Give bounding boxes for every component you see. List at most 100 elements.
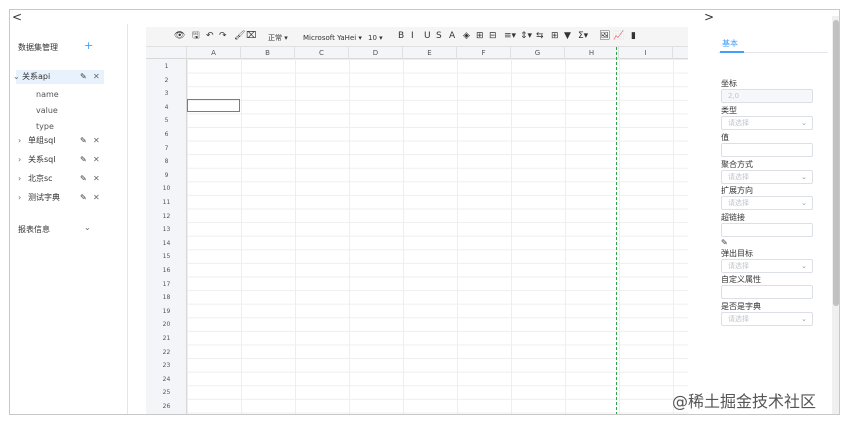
redo-icon[interactable]: ↷ <box>219 31 227 42</box>
row-header-cell[interactable]: 7 <box>146 145 187 152</box>
column-header-cell[interactable]: F <box>457 47 511 59</box>
row-header-cell[interactable]: 1 <box>146 63 187 70</box>
preview-icon[interactable]: 👁 <box>174 31 185 42</box>
row-header-cell[interactable]: 23 <box>146 362 187 369</box>
corner-cell[interactable] <box>146 47 187 59</box>
close-icon[interactable]: ✕ <box>93 191 100 205</box>
filter-icon[interactable]: ▼ <box>564 31 571 42</box>
row-header-cell[interactable]: 15 <box>146 253 187 260</box>
dict-select[interactable]: 请选择 ⌄ <box>721 312 813 326</box>
row-header-cell[interactable]: 13 <box>146 226 187 233</box>
scrollbar-thumb[interactable] <box>833 20 839 306</box>
sum-icon[interactable]: Σ▾ <box>578 31 588 42</box>
row-header-cell[interactable]: 10 <box>146 185 187 192</box>
row-header-cell[interactable]: 12 <box>146 213 187 220</box>
cell-grid[interactable] <box>187 59 688 414</box>
clear-format-icon[interactable]: ⌧ <box>246 31 256 42</box>
column-header-cell[interactable]: B <box>241 47 295 59</box>
row-header-cell[interactable]: 25 <box>146 389 187 396</box>
dataset-item-2[interactable]: › 关系sql ✎ ✕ <box>10 153 128 167</box>
column-header-cell[interactable]: D <box>349 47 403 59</box>
dataset-item-3[interactable]: › 北京sc ✎ ✕ <box>10 172 128 186</box>
text-wrap-icon[interactable]: ⇆ <box>536 31 544 42</box>
text-color-icon[interactable]: A <box>449 31 455 42</box>
value-input[interactable] <box>721 143 813 157</box>
dataset-item-1[interactable]: › 单组sql ✎ ✕ <box>10 134 128 148</box>
chevron-right-icon[interactable]: › <box>18 172 21 186</box>
table-icon[interactable]: ⊞ <box>551 31 559 42</box>
column-header-cell[interactable]: E <box>403 47 457 59</box>
row-header-cell[interactable]: 3 <box>146 90 187 97</box>
close-icon[interactable]: ✕ <box>93 153 100 167</box>
row-header-cell[interactable]: 9 <box>146 172 187 179</box>
number-format-select[interactable]: 正常 ▾ <box>268 33 288 44</box>
field-item[interactable]: value <box>36 106 58 115</box>
italic-icon[interactable]: I <box>411 31 414 42</box>
agg-select[interactable]: 请选择 ⌄ <box>721 170 813 184</box>
column-header-cell[interactable]: A <box>187 47 241 59</box>
edit-icon[interactable]: ✎ <box>80 134 87 148</box>
add-dataset-icon[interactable]: + <box>84 39 93 52</box>
align-vertical-icon[interactable]: ⇕▾ <box>520 31 532 42</box>
row-header-cell[interactable]: 21 <box>146 335 187 342</box>
hyperlink-input[interactable] <box>721 223 813 237</box>
row-header-cell[interactable]: 4 <box>146 104 187 111</box>
edit-icon[interactable]: ✎ <box>80 153 87 167</box>
align-horizontal-icon[interactable]: ≡▾ <box>504 31 516 42</box>
row-header-cell[interactable]: 8 <box>146 158 187 165</box>
merge-cells-icon[interactable]: ⊟ <box>489 31 497 42</box>
chevron-right-icon[interactable]: › <box>18 134 21 148</box>
tab-basic[interactable]: 基本 <box>722 38 738 49</box>
row-header-cell[interactable]: 20 <box>146 321 187 328</box>
row-header-cell[interactable]: 17 <box>146 281 187 288</box>
report-info-title[interactable]: 报表信息 <box>18 224 50 235</box>
chevron-down-icon[interactable]: ⌄ <box>13 70 20 84</box>
image-icon[interactable]: 🖼 <box>599 31 610 42</box>
dataset-item-4[interactable]: › 测试字典 ✎ ✕ <box>10 191 128 205</box>
format-painter-icon[interactable]: 🖌 <box>234 31 245 42</box>
custom-attr-input[interactable] <box>721 285 813 299</box>
chevron-down-icon[interactable]: ⌄ <box>84 223 91 232</box>
row-header-cell[interactable]: 14 <box>146 240 187 247</box>
expand-select[interactable]: 请选择 ⌄ <box>721 196 813 210</box>
field-item[interactable]: name <box>36 90 59 99</box>
font-family-select[interactable]: Microsoft YaHei ▾ <box>303 33 362 44</box>
strikethrough-icon[interactable]: S <box>436 31 442 42</box>
row-header-cell[interactable]: 2 <box>146 77 187 84</box>
fill-color-icon[interactable]: ◈ <box>463 31 470 42</box>
field-item[interactable]: type <box>36 122 54 131</box>
edit-icon[interactable]: ✎ <box>80 191 87 205</box>
chart-icon[interactable]: 📈 <box>613 31 624 42</box>
column-header-cell[interactable]: I <box>619 47 673 59</box>
row-header-cell[interactable]: 22 <box>146 349 187 356</box>
border-icon[interactable]: ⊞ <box>476 31 484 42</box>
edit-icon[interactable]: ✎ <box>80 172 87 186</box>
chevron-right-icon[interactable]: › <box>18 153 21 167</box>
underline-icon[interactable]: U <box>424 31 431 42</box>
undo-icon[interactable]: ↶ <box>206 31 214 42</box>
bold-icon[interactable]: B <box>398 31 404 42</box>
column-header-cell[interactable]: H <box>565 47 619 59</box>
row-header-cell[interactable]: 26 <box>146 403 187 410</box>
column-header-cell[interactable]: G <box>511 47 565 59</box>
collapse-left-icon[interactable]: < <box>12 10 22 24</box>
pencil-icon[interactable]: ✎ <box>721 238 728 247</box>
row-header-cell[interactable]: 16 <box>146 267 187 274</box>
row-header-cell[interactable]: 5 <box>146 117 187 124</box>
row-header-cell[interactable]: 18 <box>146 294 187 301</box>
row-header-cell[interactable]: 24 <box>146 376 187 383</box>
dataset-item-0[interactable]: ⌄ 关系api ✎ ✕ <box>13 70 104 84</box>
row-header-cell[interactable]: 11 <box>146 199 187 206</box>
popup-select[interactable]: 请选择 ⌄ <box>721 259 813 273</box>
scrollbar[interactable] <box>832 16 839 414</box>
close-icon[interactable]: ✕ <box>93 172 100 186</box>
collapse-right-icon[interactable]: > <box>704 10 714 24</box>
close-icon[interactable]: ✕ <box>93 134 100 148</box>
font-size-select[interactable]: 10 ▾ <box>368 33 383 44</box>
selected-cell[interactable] <box>187 99 240 112</box>
chevron-right-icon[interactable]: › <box>18 191 21 205</box>
save-icon[interactable]: 🖫 <box>192 31 200 42</box>
row-header-cell[interactable]: 19 <box>146 308 187 315</box>
row-header-cell[interactable]: 6 <box>146 131 187 138</box>
close-icon[interactable]: ✕ <box>93 70 100 84</box>
